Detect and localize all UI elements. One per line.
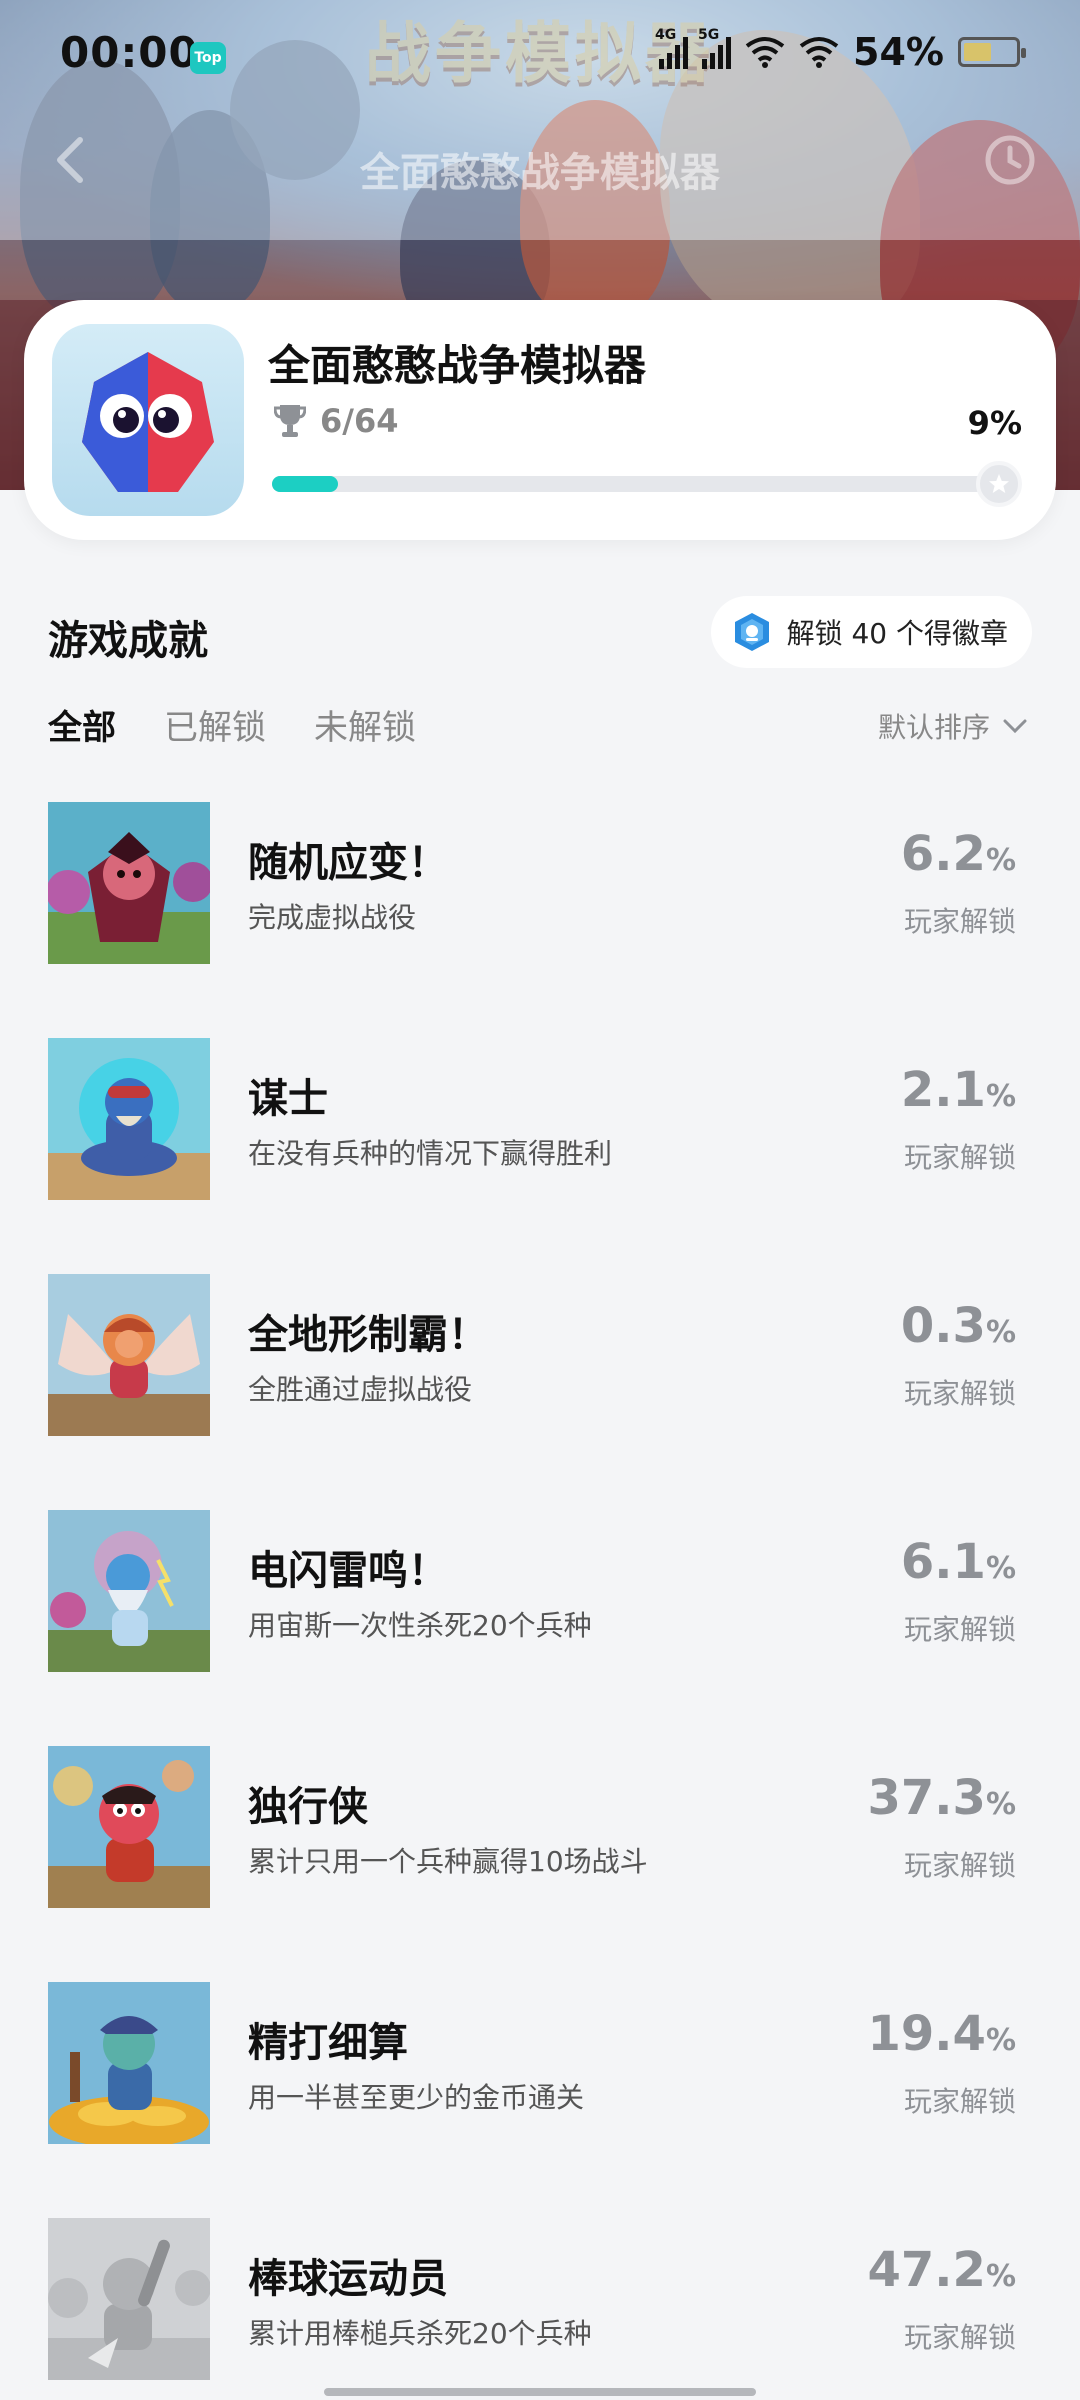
achievement-item[interactable]: 精打细算 用一半甚至更少的金币通关 19.4% 玩家解锁 [0, 1980, 1080, 2150]
achievement-rate: 37.3% [867, 1770, 1017, 1826]
achievement-rate-label: 玩家解锁 [903, 2321, 1016, 2354]
nav-title: 全面憨憨战争模拟器 [360, 150, 720, 196]
game-title: 全面憨憨战争模拟器 [268, 341, 647, 390]
sort-label: 默认排序 [877, 711, 990, 744]
achievement-rate: 0.3% [900, 1298, 1016, 1354]
trophy-progress: 6/64 [274, 402, 398, 440]
progress-fill [272, 476, 339, 492]
achievement-rate-label: 玩家解锁 [903, 1377, 1016, 1410]
status-bar: 00:00 Top 4G 5G 54% [0, 0, 1080, 110]
achievement-name: 棒球运动员 [248, 2256, 448, 2302]
achievement-item[interactable]: 独行侠 累计只用一个兵种赢得10场战斗 37.3% 玩家解锁 [0, 1744, 1080, 1914]
achievement-desc: 累计用棒槌兵杀死20个兵种 [248, 2317, 592, 2350]
section-title: 游戏成就 [48, 618, 208, 664]
achievement-rate: 6.2% [900, 826, 1016, 882]
tab-locked[interactable]: 未解锁 [314, 700, 416, 749]
achievement-item[interactable]: 全地形制霸！ 全胜通过虚拟战役 0.3% 玩家解锁 [0, 1272, 1080, 1442]
achievement-rate-label: 玩家解锁 [903, 2085, 1016, 2118]
signal-5g-icon: 5G [698, 27, 732, 69]
achievement-item[interactable]: 棒球运动员 累计用棒槌兵杀死20个兵种 47.2% 玩家解锁 [0, 2216, 1080, 2386]
trophy-icon [274, 405, 306, 437]
achievement-rate-label: 玩家解锁 [903, 1141, 1016, 1174]
game-summary-card[interactable]: 全面憨憨战争模拟器 6/64 9% [24, 300, 1056, 540]
sort-dropdown[interactable]: 默认排序 [878, 706, 1028, 746]
achievement-rate: 47.2% [867, 2242, 1017, 2298]
achievement-desc: 全胜通过虚拟战役 [248, 1373, 473, 1406]
signal-4g-icon: 4G [655, 27, 689, 69]
achievement-item[interactable]: 谋士 在没有兵种的情况下赢得胜利 2.1% 玩家解锁 [0, 1036, 1080, 1206]
baseball-player-icon [48, 2218, 210, 2380]
achievement-desc: 用宙斯一次性杀死20个兵种 [248, 1609, 592, 1642]
chevron-down-icon [1003, 719, 1027, 734]
achievement-desc: 用一半甚至更少的金币通关 [248, 2081, 585, 2114]
winged-warrior-icon [48, 1274, 210, 1436]
wifi-icon-secondary [799, 37, 839, 68]
battery-icon [958, 37, 1026, 67]
game-icon [52, 324, 244, 516]
badge-reward-pill[interactable]: 解锁 40 个得徽章 [710, 596, 1032, 668]
tab-unlocked[interactable]: 已解锁 [164, 700, 266, 749]
completion-percent: 9% [967, 404, 1022, 442]
achievement-rate: 2.1% [900, 1062, 1016, 1118]
achievement-item[interactable]: 电闪雷鸣！ 用宙斯一次性杀死20个兵种 6.1% 玩家解锁 [0, 1508, 1080, 1678]
progress-end-star-icon [976, 461, 1022, 507]
history-icon[interactable] [980, 130, 1040, 190]
achievement-desc: 在没有兵种的情况下赢得胜利 [248, 1137, 613, 1170]
achievement-desc: 累计只用一个兵种赢得10场战斗 [248, 1845, 648, 1878]
achievement-rate-label: 玩家解锁 [903, 1849, 1016, 1882]
filter-tabs: 全部 已解锁 未解锁 [48, 700, 416, 749]
top-app-badge: Top [190, 42, 226, 74]
home-indicator[interactable] [324, 2388, 756, 2396]
achievements-page: 战争模拟器 00:00 Top 4G 5G 54% 全面憨憨战争模拟器 全面憨憨… [0, 0, 1080, 2400]
achievement-name: 独行侠 [248, 1784, 368, 1830]
achievement-desc: 完成虚拟战役 [248, 901, 417, 934]
status-icons: 4G 5G 54% [655, 27, 1026, 74]
wifi-icon [745, 37, 785, 68]
tab-all[interactable]: 全部 [48, 700, 116, 749]
zeus-icon [48, 1510, 210, 1672]
achievement-name: 全地形制霸！ [248, 1312, 488, 1358]
badge-icon [734, 613, 769, 651]
achievement-rate: 19.4% [867, 2006, 1017, 2062]
achievement-name: 谋士 [248, 1076, 328, 1122]
achievement-rate: 6.1% [900, 1534, 1016, 1590]
meditating-monk-icon [48, 1038, 210, 1200]
battery-percent: 54% [853, 30, 944, 74]
vampire-character-icon [48, 802, 210, 964]
lone-hero-icon [48, 1746, 210, 1908]
achievement-name: 精打细算 [248, 2020, 408, 2066]
badge-reward-text: 解锁 40 个得徽章 [786, 617, 1008, 650]
status-time: 00:00 [60, 28, 199, 77]
gold-pile-icon [48, 1982, 210, 2144]
progress-bar [272, 461, 1022, 507]
achievement-rate-label: 玩家解锁 [903, 1613, 1016, 1646]
achievement-name: 电闪雷鸣！ [248, 1548, 448, 1594]
trophy-count: 6/64 [320, 402, 399, 440]
achievement-item[interactable]: 随机应变！ 完成虚拟战役 6.2% 玩家解锁 [0, 800, 1080, 970]
achievement-rate-label: 玩家解锁 [903, 905, 1016, 938]
achievement-name: 随机应变！ [248, 840, 448, 886]
